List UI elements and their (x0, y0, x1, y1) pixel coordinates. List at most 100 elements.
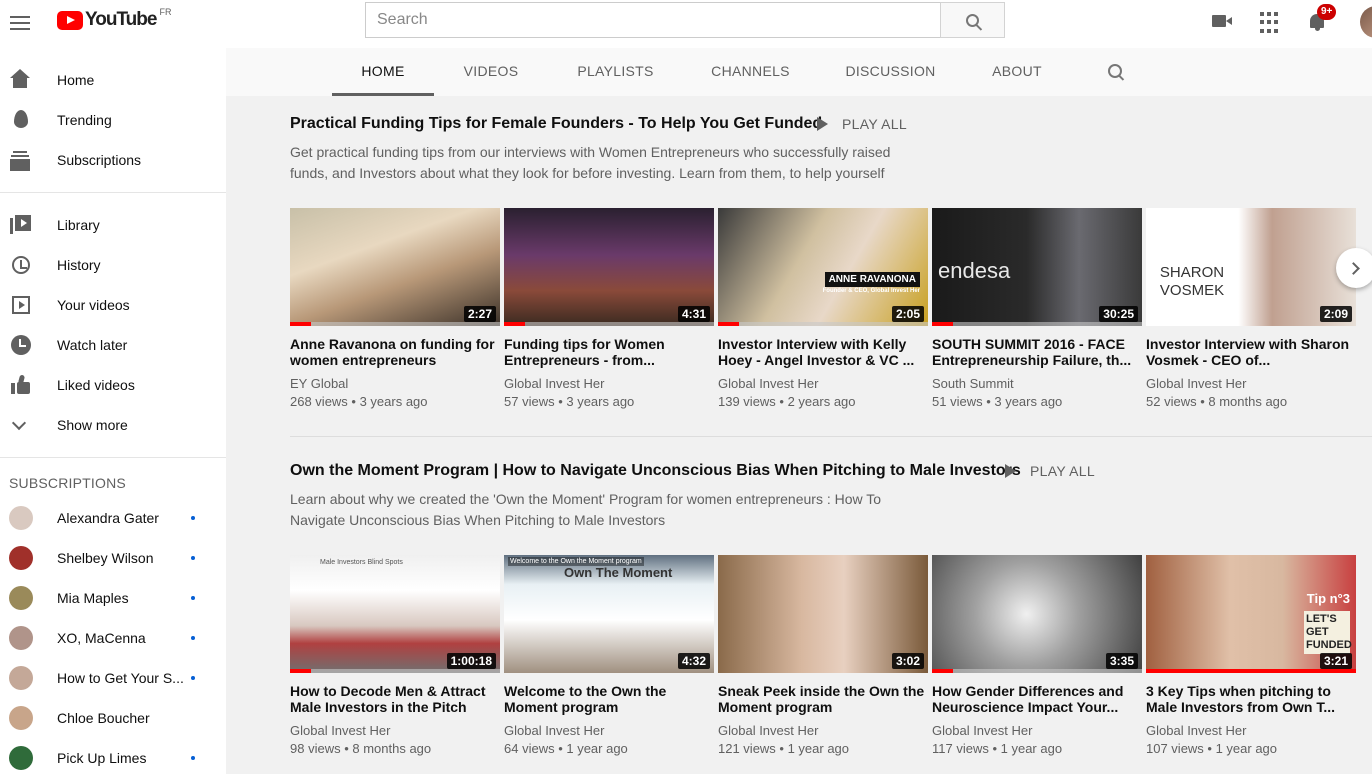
video-thumbnail[interactable]: 3:02 (718, 555, 928, 673)
channel-name[interactable]: South Summit (932, 376, 1142, 392)
channel-name[interactable]: Global Invest Her (290, 723, 500, 739)
video-card[interactable]: 3:35 How Gender Differences and Neuroscie… (932, 555, 1142, 757)
video-thumbnail[interactable]: 4:31 (504, 208, 714, 326)
your-videos-icon (12, 296, 30, 314)
tab-about[interactable]: ABOUT (984, 48, 1050, 96)
play-all-label: PLAY ALL (842, 116, 907, 132)
channel-name[interactable]: Global Invest Her (1146, 723, 1356, 739)
search-icon (966, 13, 979, 27)
video-meta: 51 views • 3 years ago (932, 394, 1063, 409)
subscription-name: Shelbey Wilson (57, 550, 154, 566)
video-title[interactable]: Sneak Peek inside the Own the Moment pro… (718, 683, 928, 715)
search-input[interactable] (366, 3, 940, 37)
subscription-item[interactable]: Chloe Boucher (0, 698, 226, 738)
video-card[interactable]: endesa 30:25 SOUTH SUMMIT 2016 - FACE Entr… (932, 208, 1142, 410)
video-card[interactable]: Own The Moment Welcome to the Own the Mom… (504, 555, 714, 757)
search-icon (1108, 64, 1122, 78)
watch-progress-bar (290, 669, 500, 673)
video-thumbnail[interactable]: endesa 30:25 (932, 208, 1142, 326)
sidebar-item-trending[interactable]: Trending (0, 100, 226, 140)
video-title[interactable]: How Gender Differences and Neuroscience … (932, 683, 1142, 715)
subscription-item[interactable]: Pick Up Limes (0, 738, 226, 774)
account-avatar[interactable] (1360, 6, 1372, 38)
sidebar-item-your-videos[interactable]: Your videos (0, 285, 226, 325)
video-thumbnail[interactable]: SHARON VOSMEK 2:09 (1146, 208, 1356, 326)
shelf-title[interactable]: Own the Moment Program | How to Navigate… (290, 462, 1021, 480)
video-title[interactable]: Funding tips for Women Entrepreneurs - f… (504, 336, 714, 368)
video-thumbnail[interactable]: Tip n°3 LET'S GET FUNDED 3:21 (1146, 555, 1356, 673)
channel-name[interactable]: EY Global (290, 376, 500, 392)
video-thumbnail[interactable]: 2:27 (290, 208, 500, 326)
video-thumbnail[interactable]: 3:35 (932, 555, 1142, 673)
video-card[interactable]: Tip n°3 LET'S GET FUNDED 3:21 3 Key Tips wh… (1146, 555, 1356, 757)
shelf-title[interactable]: Practical Funding Tips for Female Founde… (290, 115, 822, 133)
video-card[interactable]: SHARON VOSMEK 2:09 Investor Interview with… (1146, 208, 1356, 410)
video-meta: 98 views • 8 months ago (290, 741, 432, 756)
channel-name[interactable]: Global Invest Her (504, 376, 714, 392)
video-title[interactable]: Investor Interview with Sharon Vosmek - … (1146, 336, 1356, 368)
video-title[interactable]: Investor Interview with Kelly Hoey - Ang… (718, 336, 928, 368)
watch-progress-bar (290, 322, 500, 326)
tab-discussion[interactable]: DISCUSSION (840, 48, 941, 96)
country-code: FR (159, 7, 172, 17)
channel-avatar (9, 506, 33, 530)
channel-name[interactable]: Global Invest Her (1146, 376, 1356, 392)
video-meta: 268 views • 3 years ago (290, 394, 428, 409)
video-duration: 2:05 (891, 306, 924, 322)
sidebar-item-liked-videos[interactable]: Liked videos (0, 365, 226, 405)
video-title[interactable]: 3 Key Tips when pitching to Male Investo… (1146, 683, 1356, 715)
tab-playlists[interactable]: PLAYLISTS (568, 48, 663, 96)
sidebar-item-subscriptions[interactable]: Subscriptions (0, 140, 226, 180)
sidebar-item-home[interactable]: Home (0, 60, 226, 100)
subscription-item[interactable]: Alexandra Gater (0, 498, 226, 538)
video-card[interactable]: Male Investors Blind Spots 1:00:18 How to … (290, 555, 500, 757)
channel-search-button[interactable] (1108, 64, 1122, 78)
search-box (365, 2, 941, 38)
video-title[interactable]: How to Decode Men & Attract Male Investo… (290, 683, 500, 715)
watch-progress-fill (932, 669, 953, 673)
subscription-item[interactable]: How to Get Your S... (0, 658, 226, 698)
chevron-down-icon (10, 414, 32, 436)
sidebar-item-history[interactable]: History (0, 245, 226, 285)
play-all-button[interactable]: PLAY ALL (1005, 463, 1095, 479)
subscription-item[interactable]: XO, MaCenna (0, 618, 226, 658)
video-thumbnail[interactable]: Male Investors Blind Spots 1:00:18 (290, 555, 500, 673)
create-video-icon[interactable] (1211, 10, 1235, 34)
subscription-name: How to Get Your S... (57, 670, 184, 686)
video-title[interactable]: Welcome to the Own the Moment program (504, 683, 714, 715)
video-thumbnail[interactable]: Own The Moment Welcome to the Own the Mom… (504, 555, 714, 673)
video-meta: 139 views • 2 years ago (718, 394, 856, 409)
video-card[interactable]: 2:27 Anne Ravanona on funding for women e… (290, 208, 500, 410)
video-card[interactable]: 3:02 Sneak Peek inside the Own the Moment… (718, 555, 928, 757)
channel-name[interactable]: Global Invest Her (932, 723, 1142, 739)
tab-videos[interactable]: VIDEOS (456, 48, 526, 96)
subscription-item[interactable]: Mia Maples (0, 578, 226, 618)
play-all-button[interactable]: PLAY ALL (817, 116, 907, 132)
video-meta: 107 views • 1 year ago (1146, 741, 1278, 756)
subscription-item[interactable]: Shelbey Wilson (0, 538, 226, 578)
video-card[interactable]: ANNE RAVANONA Founder & CEO, Global Inves… (718, 208, 928, 410)
tab-channels[interactable]: CHANNELS (704, 48, 797, 96)
video-title[interactable]: SOUTH SUMMIT 2016 - FACE Entrepreneurshi… (932, 336, 1142, 368)
video-thumbnail[interactable]: ANNE RAVANONA Founder & CEO, Global Inves… (718, 208, 928, 326)
sidebar-item-library[interactable]: Library (0, 205, 226, 245)
next-arrow-button[interactable] (1336, 248, 1372, 288)
new-content-dot (191, 596, 195, 600)
sidebar-item-watch-later[interactable]: Watch later (0, 325, 226, 365)
menu-icon[interactable] (10, 12, 32, 34)
video-meta: 121 views • 1 year ago (718, 741, 850, 756)
tab-home[interactable]: HOME (332, 48, 434, 96)
sidebar-item-show-more[interactable]: Show more (0, 405, 226, 445)
sidebar-item-label: Home (57, 72, 95, 88)
channel-name[interactable]: Global Invest Her (718, 376, 928, 392)
channel-name[interactable]: Global Invest Her (504, 723, 714, 739)
channel-avatar (9, 626, 33, 650)
video-title[interactable]: Anne Ravanona on funding for women entre… (290, 336, 500, 368)
video-card[interactable]: 4:31 Funding tips for Women Entrepreneurs… (504, 208, 714, 410)
channel-name[interactable]: Global Invest Her (718, 723, 928, 739)
apps-icon[interactable] (1260, 10, 1284, 34)
video-duration: 2:27 (463, 306, 496, 322)
youtube-logo[interactable]: YouTube FR (57, 7, 172, 31)
search-button[interactable] (940, 2, 1005, 38)
video-meta: 57 views • 3 years ago (504, 394, 635, 409)
